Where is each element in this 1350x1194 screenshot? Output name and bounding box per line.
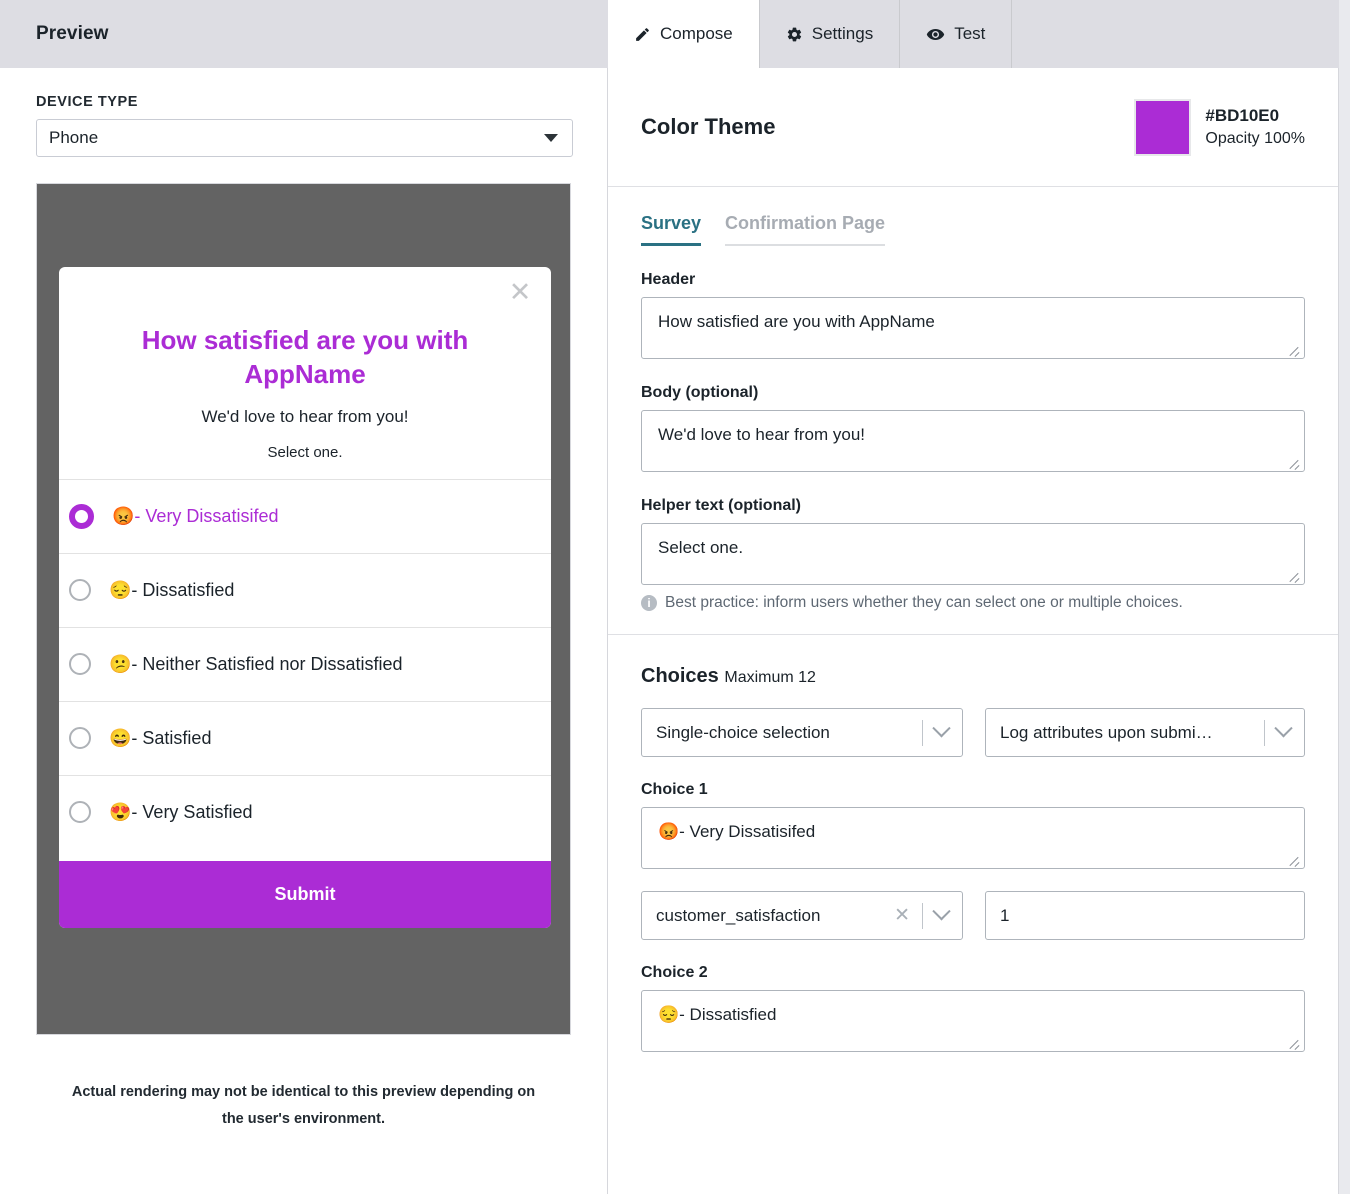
survey-choice-label: 😄- Satisfied: [109, 728, 211, 749]
chevron-down-icon: [1274, 719, 1292, 737]
survey-composer-app: Preview DEVICE TYPE Phone ✕ How satisfie…: [0, 0, 1350, 1194]
divider: [922, 903, 923, 929]
survey-card-body: We'd love to hear from you!: [92, 407, 518, 427]
eye-icon: [926, 25, 945, 44]
preview-title: Preview: [36, 23, 109, 45]
helper-best-practice-hint: i Best practice: inform users whether th…: [641, 594, 1305, 634]
chevron-down-icon: [932, 902, 950, 920]
body-input[interactable]: [641, 410, 1305, 472]
editor-surface: Color Theme #BD10E0 Opacity 100% Survey …: [607, 68, 1339, 1194]
survey-choice-option[interactable]: 😄- Satisfied: [59, 701, 551, 775]
phone-preview-frame: ✕ How satisfied are you with AppName We'…: [36, 183, 571, 1035]
info-icon: i: [641, 595, 657, 611]
choice1-value-input[interactable]: 1: [985, 891, 1305, 940]
survey-choice-label: 😕- Neither Satisfied nor Dissatisfied: [109, 654, 403, 675]
color-swatch[interactable]: [1134, 99, 1191, 156]
choice1-input[interactable]: [641, 807, 1305, 869]
clear-icon[interactable]: ✕: [894, 906, 910, 925]
header-field: Header: [641, 271, 1305, 359]
choice2-label: Choice 2: [641, 964, 1305, 982]
choice1-attribute-value: customer_satisfaction: [656, 906, 894, 926]
device-type-value: Phone: [49, 128, 98, 148]
content-section: Survey Confirmation Page Header Body (op…: [608, 187, 1338, 635]
color-opacity-value: Opacity 100%: [1205, 130, 1305, 148]
survey-choice-option[interactable]: 😕- Neither Satisfied nor Dissatisfied: [59, 627, 551, 701]
survey-card: ✕ How satisfied are you with AppName We'…: [59, 267, 551, 928]
survey-card-helper: Select one.: [92, 444, 518, 461]
survey-choice-label: 😡- Very Dissatisifed: [112, 506, 278, 527]
tab-test-label: Test: [954, 24, 985, 44]
color-swatch-group[interactable]: #BD10E0 Opacity 100%: [1134, 99, 1305, 156]
body-field-label: Body (optional): [641, 384, 1305, 402]
survey-choice-label: 😔- Dissatisfied: [109, 580, 234, 601]
tab-test[interactable]: Test: [900, 0, 1012, 68]
editor-panel: Compose Settings Test Color Theme: [607, 0, 1339, 1194]
pencil-icon: [634, 26, 651, 43]
preview-panel-header: Preview: [0, 0, 607, 68]
tab-compose-label: Compose: [660, 24, 733, 44]
logging-option-value: Log attributes upon submi…: [1000, 723, 1252, 743]
helper-input[interactable]: [641, 523, 1305, 585]
helper-field-label: Helper text (optional): [641, 497, 1305, 515]
divider: [1264, 720, 1265, 746]
survey-choice-list: 😡- Very Dissatisifed 😔- Dissatisfied 😕- …: [59, 479, 551, 849]
choice1-label: Choice 1: [641, 781, 1305, 799]
choices-heading: Choices Maximum 12: [641, 635, 1305, 688]
preview-panel: Preview DEVICE TYPE Phone ✕ How satisfie…: [0, 0, 607, 1194]
header-input[interactable]: [641, 297, 1305, 359]
color-theme-section: Color Theme #BD10E0 Opacity 100%: [608, 68, 1338, 187]
survey-choice-label: 😍- Very Satisfied: [109, 802, 252, 823]
survey-card-title: How satisfied are you with AppName: [92, 323, 518, 392]
logging-option-select[interactable]: Log attributes upon submi…: [985, 708, 1305, 757]
radio-icon[interactable]: [69, 579, 91, 601]
choices-section: Choices Maximum 12 Single-choice selecti…: [608, 635, 1338, 1052]
choice2-input[interactable]: [641, 990, 1305, 1052]
radio-icon[interactable]: [69, 801, 91, 823]
divider: [922, 720, 923, 746]
close-icon[interactable]: ✕: [505, 277, 535, 307]
submit-button[interactable]: Submit: [59, 861, 551, 928]
tab-settings-label: Settings: [812, 24, 873, 44]
survey-card-content: How satisfied are you with AppName We'd …: [59, 267, 551, 461]
selection-type-select[interactable]: Single-choice selection: [641, 708, 963, 757]
choice1-attribute-row: customer_satisfaction ✕ 1: [641, 891, 1305, 940]
gear-icon: [786, 26, 803, 43]
preview-disclaimer: Actual rendering may not be identical to…: [69, 1079, 539, 1133]
choice1-attribute-select[interactable]: customer_satisfaction ✕: [641, 891, 963, 940]
color-hex-value: #BD10E0: [1205, 106, 1305, 126]
subtab-confirmation-page[interactable]: Confirmation Page: [725, 213, 885, 246]
radio-icon[interactable]: [69, 727, 91, 749]
helper-field: Helper text (optional): [641, 497, 1305, 585]
selection-type-value: Single-choice selection: [656, 723, 910, 743]
body-field: Body (optional): [641, 384, 1305, 472]
choices-max-note: Maximum 12: [724, 669, 816, 686]
radio-icon[interactable]: [69, 504, 94, 529]
editor-tabbar: Compose Settings Test: [607, 0, 1339, 68]
tab-settings[interactable]: Settings: [760, 0, 900, 68]
survey-choice-option[interactable]: 😔- Dissatisfied: [59, 553, 551, 627]
chevron-down-icon: [544, 134, 558, 142]
device-type-label: DEVICE TYPE: [36, 94, 571, 110]
content-subtabs: Survey Confirmation Page: [641, 187, 1305, 246]
tab-compose[interactable]: Compose: [608, 0, 760, 68]
choices-config-row: Single-choice selection Log attributes u…: [641, 708, 1305, 757]
subtab-survey[interactable]: Survey: [641, 213, 701, 246]
survey-choice-option[interactable]: 😍- Very Satisfied: [59, 775, 551, 849]
device-type-select[interactable]: Phone: [36, 119, 573, 157]
helper-hint-text: Best practice: inform users whether they…: [665, 594, 1183, 612]
header-field-label: Header: [641, 271, 1305, 289]
survey-choice-option[interactable]: 😡- Very Dissatisifed: [59, 479, 551, 553]
choices-title: Choices: [641, 665, 719, 687]
radio-icon[interactable]: [69, 653, 91, 675]
chevron-down-icon: [932, 719, 950, 737]
preview-panel-body: DEVICE TYPE Phone ✕ How satisfied are yo…: [0, 68, 607, 1133]
color-theme-title: Color Theme: [641, 114, 775, 140]
